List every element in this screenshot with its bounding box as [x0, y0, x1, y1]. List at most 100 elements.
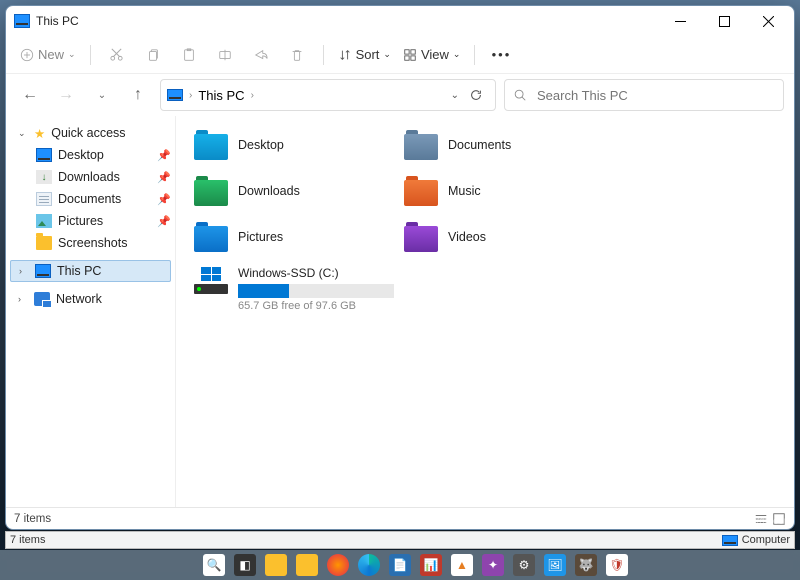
back-button[interactable]: ← [16, 81, 44, 109]
taskbar-gimp[interactable]: 🐺 [571, 552, 601, 578]
taskbar-app[interactable] [292, 552, 322, 578]
computer-label: Computer [742, 534, 790, 546]
outer-item-count: 7 items [10, 534, 45, 546]
details-view-icon[interactable] [754, 512, 768, 526]
pin-icon: 📌 [157, 149, 171, 162]
trash-icon [290, 48, 304, 62]
titlebar[interactable]: This PC [6, 6, 794, 36]
folder-label: Desktop [238, 138, 284, 152]
taskbar-app[interactable]: 🖼 [540, 552, 570, 578]
divider [474, 45, 475, 65]
chevron-right-icon: › [19, 266, 29, 276]
sidebar-item-this-pc[interactable]: › This PC [10, 260, 171, 282]
documents-icon [36, 192, 52, 206]
folder-documents[interactable]: ≡ Documents [404, 126, 604, 164]
paste-icon [182, 48, 196, 62]
command-bar: New ⌄ Sort ⌄ View ⌄ ••• [6, 36, 794, 74]
pin-icon: 📌 [157, 193, 171, 206]
taskbar-writer[interactable]: 📄 [385, 552, 415, 578]
content-pane[interactable]: Desktop ≡ Documents ↓Downloads ♪Music ▲Pictur… [176, 116, 794, 507]
folder-downloads[interactable]: ↓Downloads [194, 172, 394, 210]
view-button[interactable]: View ⌄ [399, 41, 465, 69]
sidebar-item-quick-access[interactable]: ⌄ ★ Quick access [6, 122, 175, 144]
recent-button[interactable]: ⌄ [88, 81, 116, 109]
sort-label: Sort [356, 47, 380, 62]
folder-videos[interactable]: ▶Videos [404, 218, 604, 256]
taskbar-vlc[interactable]: ▲ [447, 552, 477, 578]
pin-icon: 📌 [157, 171, 171, 184]
start-button[interactable] [168, 552, 198, 578]
folder-icon [36, 236, 52, 250]
taskbar-app[interactable]: 🛡 [602, 552, 632, 578]
thumbnails-view-icon[interactable] [772, 512, 786, 526]
this-pc-icon [35, 264, 51, 278]
taskbar-app[interactable]: ✦ [478, 552, 508, 578]
taskbar-task-view[interactable]: ◧ [230, 552, 260, 578]
folder-label: Documents [448, 138, 511, 152]
address-crumb[interactable]: This PC [198, 88, 244, 103]
maximize-button[interactable] [702, 6, 746, 36]
minimize-button[interactable] [658, 6, 702, 36]
share-button[interactable] [245, 41, 277, 69]
cut-button[interactable] [101, 41, 133, 69]
search-box[interactable] [504, 79, 784, 111]
taskbar-explorer[interactable] [261, 552, 291, 578]
more-button[interactable]: ••• [485, 41, 517, 69]
scissors-icon [109, 47, 124, 62]
taskbar-impress[interactable]: 📊 [416, 552, 446, 578]
chevron-right-icon: › [18, 294, 28, 304]
view-icon [403, 48, 417, 62]
rename-button[interactable] [209, 41, 241, 69]
chevron-down-icon[interactable]: ⌄ [451, 90, 459, 101]
pin-icon: 📌 [157, 215, 171, 228]
drive-icon [194, 266, 228, 296]
this-pc-icon [167, 89, 183, 101]
forward-button[interactable]: → [52, 81, 80, 109]
paste-button[interactable] [173, 41, 205, 69]
taskbar-edge[interactable] [354, 552, 384, 578]
folder-icon: ≡ [404, 130, 438, 160]
sidebar-item-screenshots[interactable]: Screenshots [6, 232, 175, 254]
navigation-row: ← → ⌄ ↑ › This PC › ⌄ [6, 74, 794, 116]
drive-usage-bar [238, 284, 394, 298]
pictures-icon [36, 214, 52, 228]
network-label: Network [56, 292, 102, 306]
drive-free-text: 65.7 GB free of 97.6 GB [238, 300, 394, 312]
copy-button[interactable] [137, 41, 169, 69]
folder-desktop[interactable]: Desktop [194, 126, 394, 164]
star-icon: ★ [34, 126, 45, 141]
search-input[interactable] [535, 87, 775, 104]
taskbar-firefox[interactable] [323, 552, 353, 578]
sort-button[interactable]: Sort ⌄ [334, 41, 395, 69]
new-button[interactable]: New ⌄ [16, 41, 80, 69]
taskbar-settings[interactable]: ⚙ [509, 552, 539, 578]
sidebar-item-pictures[interactable]: Pictures📌 [6, 210, 175, 232]
search-icon [513, 88, 527, 102]
folder-music[interactable]: ♪Music [404, 172, 604, 210]
up-button[interactable]: ↑ [124, 81, 152, 109]
sort-icon [338, 48, 352, 62]
close-button[interactable] [746, 6, 790, 36]
sidebar-item-desktop[interactable]: Desktop📌 [6, 144, 175, 166]
delete-button[interactable] [281, 41, 313, 69]
sidebar-item-documents[interactable]: Documents📌 [6, 188, 175, 210]
navigation-pane: ⌄ ★ Quick access Desktop📌 Downloads📌 Doc… [6, 116, 176, 507]
sidebar-item-downloads[interactable]: Downloads📌 [6, 166, 175, 188]
quick-access-label: Quick access [51, 126, 125, 140]
network-icon [34, 292, 50, 306]
folder-label: Music [448, 184, 481, 198]
taskbar[interactable]: 🔍 ◧ 📄 📊 ▲ ✦ ⚙ 🖼 🐺 🛡 [0, 550, 800, 580]
taskbar-search[interactable]: 🔍 [199, 552, 229, 578]
refresh-icon[interactable] [469, 88, 483, 102]
chevron-down-icon: ⌄ [68, 49, 76, 60]
drive-name: Windows-SSD (C:) [238, 266, 394, 280]
chevron-down-icon: ⌄ [383, 49, 391, 60]
folder-label: Pictures [238, 230, 283, 244]
address-bar[interactable]: › This PC › ⌄ [160, 79, 496, 111]
ellipsis-icon: ••• [492, 47, 512, 62]
folder-pictures[interactable]: ▲Pictures [194, 218, 394, 256]
drive-item[interactable]: Windows-SSD (C:) 65.7 GB free of 97.6 GB [194, 266, 394, 312]
chevron-down-icon: ⌄ [18, 128, 28, 139]
this-pc-label: This PC [57, 264, 101, 278]
sidebar-item-network[interactable]: › Network [6, 288, 175, 310]
